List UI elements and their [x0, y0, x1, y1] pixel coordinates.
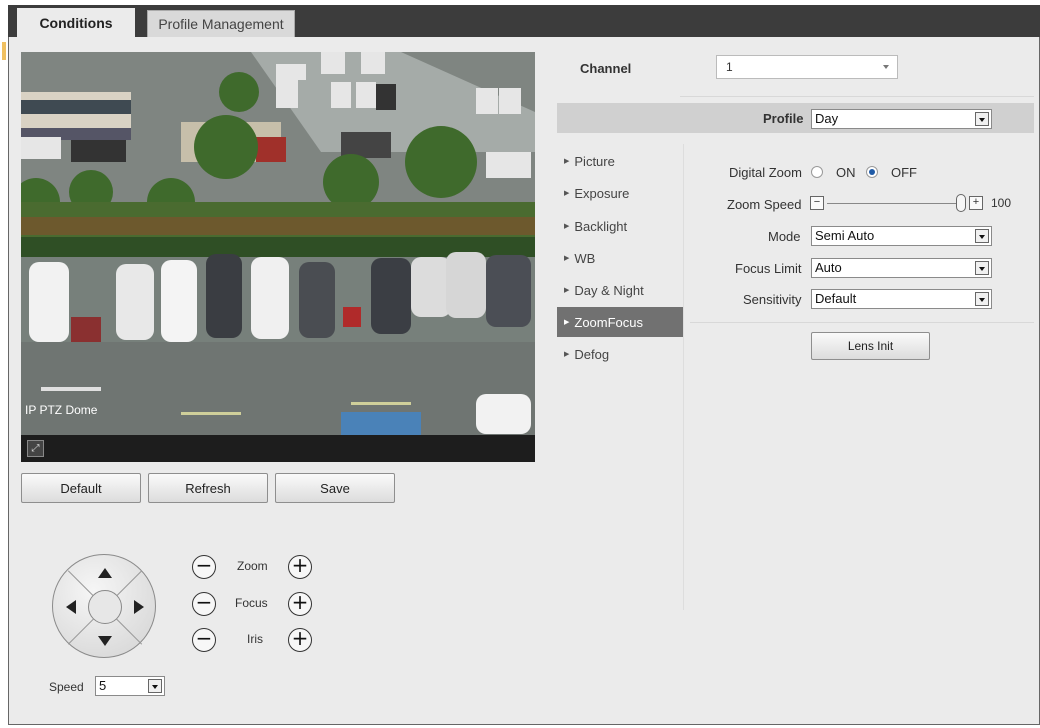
focus-limit-select[interactable]: Auto — [811, 258, 992, 278]
menu-item-defog[interactable]: ▶ Defog — [557, 339, 683, 369]
chevron-down-icon — [975, 229, 989, 243]
digital-zoom-off-label: OFF — [891, 165, 917, 180]
arrow-left-icon[interactable] — [66, 600, 76, 614]
chevron-right-icon: ▶ — [564, 351, 570, 358]
lens-init-button[interactable]: Lens Init — [811, 332, 930, 360]
speed-value: 5 — [99, 678, 107, 693]
focus-near-button[interactable]: − — [192, 592, 216, 616]
digital-zoom-off-radio[interactable] — [866, 166, 878, 178]
menu-item-label: Backlight — [574, 218, 628, 234]
chevron-down-icon — [148, 679, 162, 693]
zoom-in-button[interactable]: + — [288, 555, 312, 579]
profile-value: Day — [815, 111, 839, 126]
chevron-down-icon — [975, 261, 989, 275]
sensitivity-value: Default — [815, 291, 857, 306]
speed-select[interactable]: 5 — [95, 676, 165, 696]
live-video[interactable]: IP PTZ Dome — [21, 52, 535, 435]
focus-label: Focus — [235, 596, 268, 610]
focus-limit-label: Focus Limit — [735, 261, 802, 276]
camera-scene-image — [21, 52, 535, 435]
digital-zoom-on-radio[interactable] — [811, 166, 823, 178]
speed-label: Speed — [49, 680, 84, 694]
mode-label: Mode — [768, 229, 801, 244]
default-button[interactable]: Default — [21, 473, 141, 503]
menu-item-backlight[interactable]: ▶ Backlight — [557, 211, 683, 241]
refresh-button[interactable]: Refresh — [148, 473, 268, 503]
chevron-down-icon — [975, 112, 989, 126]
profile-label: Profile — [763, 111, 804, 126]
channel-select[interactable]: 1 — [716, 55, 898, 79]
chevron-down-icon — [975, 292, 989, 306]
chevron-right-icon: ▶ — [564, 190, 570, 197]
zoom-speed-track — [827, 203, 957, 204]
left-marker — [2, 42, 6, 60]
menu-item-label: Exposure — [574, 185, 630, 201]
video-toolbar: ⤢ — [21, 435, 535, 462]
channel-label: Channel — [580, 61, 632, 76]
zoom-label: Zoom — [237, 559, 268, 573]
iris-open-button[interactable]: + — [288, 628, 312, 652]
iris-label: Iris — [247, 632, 263, 646]
menu-item-label: ZoomFocus — [574, 314, 644, 330]
menu-item-wb[interactable]: ▶ WB — [557, 243, 683, 273]
divider — [690, 322, 1034, 323]
profile-select[interactable]: Day — [811, 109, 992, 129]
arrow-right-icon[interactable] — [134, 600, 144, 614]
menu-item-exposure[interactable]: ▶ Exposure — [557, 178, 683, 208]
focus-limit-value: Auto — [815, 260, 842, 275]
zoom-speed-increase-button[interactable]: + — [969, 196, 983, 210]
arrow-down-icon[interactable] — [98, 636, 112, 646]
menu-item-label: Defog — [574, 346, 610, 362]
chevron-right-icon: ▶ — [564, 158, 570, 165]
video-osd-text: IP PTZ Dome — [25, 403, 98, 417]
mode-value: Semi Auto — [815, 228, 875, 243]
digital-zoom-on-label: ON — [836, 165, 856, 180]
fullscreen-icon[interactable]: ⤢ — [27, 440, 44, 457]
menu-item-label: WB — [574, 250, 596, 266]
digital-zoom-label: Digital Zoom — [729, 165, 802, 180]
chevron-right-icon: ▶ — [564, 287, 570, 294]
chevron-right-icon: ▶ — [564, 319, 570, 326]
chevron-down-icon — [883, 65, 889, 69]
mode-select[interactable]: Semi Auto — [811, 226, 992, 246]
sensitivity-label: Sensitivity — [743, 292, 802, 307]
menu-divider — [683, 144, 684, 610]
menu-item-day-night[interactable]: ▶ Day & Night — [557, 275, 683, 305]
zoom-speed-label: Zoom Speed — [727, 197, 802, 212]
divider — [680, 96, 1034, 97]
tab-conditions[interactable]: Conditions — [17, 8, 135, 37]
zoom-speed-value: 100 — [991, 196, 1012, 210]
arrow-up-icon[interactable] — [98, 568, 112, 578]
iris-close-button[interactable]: − — [192, 628, 216, 652]
channel-value: 1 — [726, 60, 733, 74]
ptz-direction-pad[interactable] — [52, 554, 156, 658]
ptz-center-button[interactable] — [88, 590, 122, 624]
zoom-out-button[interactable]: − — [192, 555, 216, 579]
focus-far-button[interactable]: + — [288, 592, 312, 616]
menu-item-label: Day & Night — [574, 282, 644, 298]
tab-profile-management[interactable]: Profile Management — [147, 10, 295, 37]
zoom-speed-slider-handle[interactable] — [956, 194, 966, 212]
menu-item-zoomfocus[interactable]: ▶ ZoomFocus — [557, 307, 683, 337]
save-button[interactable]: Save — [275, 473, 395, 503]
chevron-right-icon: ▶ — [564, 223, 570, 230]
zoom-speed-decrease-button[interactable]: − — [810, 196, 824, 210]
menu-item-picture[interactable]: ▶ Picture — [557, 146, 683, 176]
sensitivity-select[interactable]: Default — [811, 289, 992, 309]
menu-item-label: Picture — [574, 153, 615, 169]
chevron-right-icon: ▶ — [564, 255, 570, 262]
